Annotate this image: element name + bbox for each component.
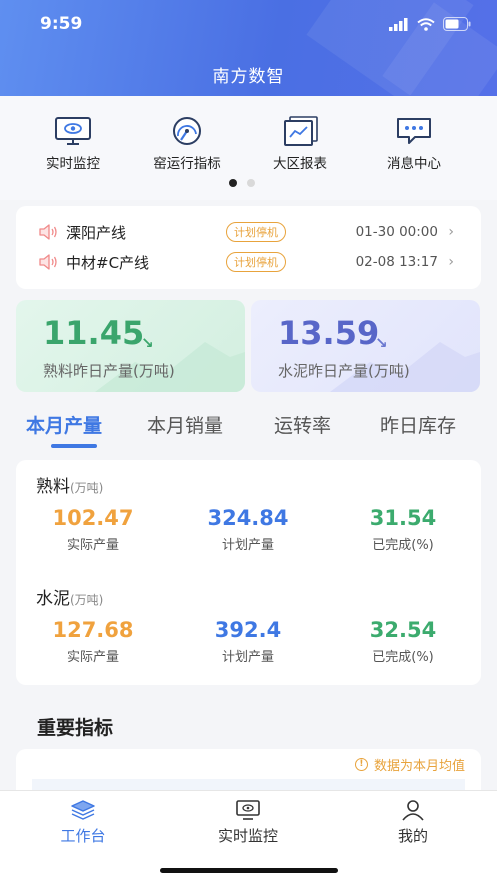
info-icon: ! bbox=[354, 758, 368, 771]
metric-value: 392.4 bbox=[214, 618, 282, 642]
metric-value: 32.54 bbox=[369, 618, 437, 642]
tab-mine[interactable]: 我的 bbox=[358, 799, 468, 846]
wifi-icon bbox=[417, 17, 435, 31]
status-badge: 计划停机 bbox=[226, 252, 286, 272]
metric-label: 已完成(%) bbox=[372, 538, 434, 553]
home-indicator bbox=[160, 868, 338, 873]
alert-list: 溧阳产线 计划停机 01-30 00:00 › 中材#C产线 计划停机 02-0… bbox=[16, 206, 481, 289]
tab-monthly-output[interactable]: 本月产量 bbox=[26, 411, 102, 438]
cement-actual: 127.68 实际产量 bbox=[28, 618, 158, 665]
chevron-right-icon: › bbox=[448, 254, 454, 270]
tab-label: 工作台 bbox=[60, 827, 106, 845]
note-text: 数据为本月均值 bbox=[373, 759, 465, 774]
stat-label: 熟料昨日产量(万吨) bbox=[43, 362, 175, 380]
stat-value: 11.45 bbox=[43, 314, 145, 352]
clinker-planned: 324.84 计划产量 bbox=[183, 506, 313, 553]
cement-planned: 392.4 计划产量 bbox=[183, 618, 313, 665]
clinker-title: 熟料(万吨) bbox=[36, 477, 104, 497]
stat-value: 13.59 bbox=[278, 314, 380, 352]
tab-label: 我的 bbox=[397, 827, 428, 845]
app-header: 9:59 南方数智 bbox=[0, 0, 497, 96]
cement-title: 水泥(万吨) bbox=[36, 589, 104, 609]
unit-label: (万吨) bbox=[70, 481, 104, 495]
cement-completed: 32.54 已完成(%) bbox=[338, 618, 468, 665]
metric-value: 31.54 bbox=[369, 506, 437, 530]
page-title: 南方数智 bbox=[212, 67, 285, 87]
trend-down-icon: ↘ bbox=[375, 334, 388, 352]
indicator-table-header bbox=[32, 779, 465, 790]
signal-icon bbox=[389, 17, 408, 31]
unit-label: (万吨) bbox=[70, 593, 104, 607]
data-note: ! 数据为本月均值 bbox=[354, 755, 465, 774]
speaker-icon bbox=[39, 254, 57, 270]
metric-label: 已完成(%) bbox=[372, 650, 434, 665]
battery-icon bbox=[443, 17, 471, 31]
metric-label: 计划产量 bbox=[221, 538, 274, 553]
page-dot-active[interactable] bbox=[229, 179, 237, 187]
trend-down-icon: ↘ bbox=[141, 334, 154, 352]
metric-label: 实际产量 bbox=[66, 538, 119, 553]
indicators-card: ! 数据为本月均值 bbox=[16, 749, 481, 790]
tab-operating-rate[interactable]: 运转率 bbox=[274, 411, 331, 438]
alert-line-name: 溧阳产线 bbox=[66, 223, 127, 242]
tab-realtime-monitor[interactable]: 实时监控 bbox=[193, 799, 303, 846]
main-content: 实时监控 窑运行指标 大区报表 消息中心 溧阳产线 计划停机 01-30 00:… bbox=[0, 96, 497, 790]
speaker-icon bbox=[39, 224, 57, 240]
quick-item-message-center[interactable]: 消息中心 bbox=[359, 116, 469, 172]
section-title: 重要指标 bbox=[37, 717, 114, 739]
tab-label: 实时监控 bbox=[217, 827, 278, 845]
monitor-eye-icon bbox=[55, 117, 91, 145]
user-icon bbox=[402, 800, 424, 821]
clinker-actual: 102.47 实际产量 bbox=[28, 506, 158, 553]
status-badge: 计划停机 bbox=[226, 222, 286, 242]
clinker-yesterday-card[interactable]: 11.45 ↘ 熟料昨日产量(万吨) bbox=[16, 300, 245, 392]
page-indicator bbox=[229, 179, 255, 187]
message-icon bbox=[397, 118, 431, 144]
metric-label: 实际产量 bbox=[66, 650, 119, 665]
alert-item[interactable]: 中材#C产线 计划停机 02-08 13:17 › bbox=[38, 250, 468, 274]
production-card: 熟料(万吨) 102.47 实际产量 324.84 计划产量 31.54 已完成… bbox=[16, 460, 481, 685]
report-chart-icon bbox=[284, 116, 318, 146]
data-tabs: 本月产量 本月销量 运转率 昨日库存 bbox=[0, 406, 497, 450]
cement-yesterday-card[interactable]: 13.59 ↘ 水泥昨日产量(万吨) bbox=[251, 300, 480, 392]
chevron-right-icon: › bbox=[448, 224, 454, 240]
metric-value: 324.84 bbox=[207, 506, 289, 530]
monitor-icon bbox=[236, 800, 260, 820]
alert-line-name: 中材#C产线 bbox=[66, 253, 150, 272]
page-dot[interactable] bbox=[247, 179, 255, 187]
alert-time: 01-30 00:00 bbox=[355, 224, 438, 240]
quick-item-regional-report[interactable]: 大区报表 bbox=[245, 116, 355, 172]
workbench-icon bbox=[71, 800, 95, 820]
quick-item-kiln-indicators[interactable]: 窑运行指标 bbox=[132, 116, 242, 172]
quick-item-label: 大区报表 bbox=[273, 156, 327, 172]
tab-monthly-sales[interactable]: 本月销量 bbox=[147, 411, 223, 438]
metric-value: 127.68 bbox=[52, 618, 134, 642]
quick-item-label: 消息中心 bbox=[387, 156, 441, 172]
status-bar: 9:59 bbox=[0, 14, 497, 36]
clinker-completed: 31.54 已完成(%) bbox=[338, 506, 468, 553]
quick-item-label: 窑运行指标 bbox=[153, 156, 221, 172]
gauge-icon bbox=[173, 117, 201, 145]
metric-value: 102.47 bbox=[52, 506, 134, 530]
tab-yesterday-stock[interactable]: 昨日库存 bbox=[380, 411, 456, 438]
quick-menu: 实时监控 窑运行指标 大区报表 消息中心 bbox=[0, 96, 497, 200]
quick-item-realtime-monitor[interactable]: 实时监控 bbox=[18, 116, 128, 172]
stat-label: 水泥昨日产量(万吨) bbox=[278, 362, 410, 380]
tab-underline bbox=[51, 444, 97, 448]
quick-item-label: 实时监控 bbox=[46, 156, 100, 172]
alert-time: 02-08 13:17 bbox=[355, 254, 438, 270]
alert-item[interactable]: 溧阳产线 计划停机 01-30 00:00 › bbox=[38, 220, 468, 244]
status-time: 9:59 bbox=[40, 14, 83, 34]
tab-workbench[interactable]: 工作台 bbox=[28, 799, 138, 846]
metric-label: 计划产量 bbox=[221, 650, 274, 665]
